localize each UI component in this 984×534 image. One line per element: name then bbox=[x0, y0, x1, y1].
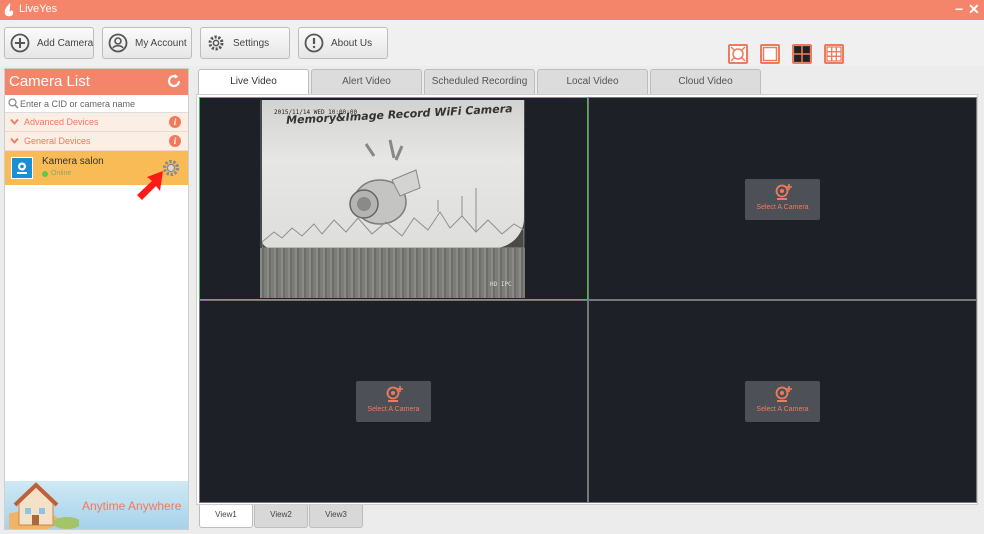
camera-list-panel: Camera List Advanced Devices i General D… bbox=[4, 68, 189, 530]
device-status-label: Online bbox=[51, 170, 72, 177]
select-camera-label: Select A Camera bbox=[756, 204, 809, 211]
toolbar: Add Camera My Account Settings About Us bbox=[0, 20, 984, 66]
add-camera-icon bbox=[775, 386, 792, 402]
tab-view3[interactable]: View3 bbox=[309, 505, 363, 528]
select-camera-button[interactable]: Select A Camera bbox=[745, 179, 820, 220]
camera-device-icon bbox=[11, 157, 33, 179]
house-illustration-icon bbox=[9, 482, 79, 529]
video-pane-2[interactable]: Select A Camera bbox=[588, 97, 977, 300]
add-circle-icon bbox=[10, 33, 30, 53]
tab-local-video[interactable]: Local Video bbox=[537, 69, 648, 94]
info-icon[interactable]: i bbox=[169, 135, 181, 147]
red-arrow-annotation-icon bbox=[137, 171, 163, 200]
quad-view-layout-button[interactable] bbox=[792, 44, 812, 64]
tab-cloud-video[interactable]: Cloud Video bbox=[650, 69, 761, 94]
chevron-down-icon bbox=[10, 137, 19, 144]
info-icon[interactable]: i bbox=[169, 116, 181, 128]
tab-live-video[interactable]: Live Video bbox=[198, 69, 309, 95]
tab-view2[interactable]: View2 bbox=[254, 505, 308, 528]
quad-view-icon bbox=[794, 46, 810, 62]
nine-view-icon bbox=[826, 46, 842, 62]
about-us-label: About Us bbox=[331, 37, 373, 49]
search-icon bbox=[8, 98, 19, 109]
online-status-dot-icon bbox=[42, 170, 48, 177]
single-view-icon bbox=[762, 46, 778, 62]
settings-button[interactable]: Settings bbox=[200, 27, 290, 59]
camera-list-header: Camera List bbox=[5, 69, 188, 95]
group-label: Advanced Devices bbox=[24, 117, 99, 127]
group-advanced-devices[interactable]: Advanced Devices i bbox=[5, 113, 188, 132]
promo-banner: Anytime Anywhere bbox=[5, 481, 188, 529]
device-name: Kamera salon bbox=[42, 156, 104, 167]
my-account-button[interactable]: My Account bbox=[102, 27, 192, 59]
video-pane-4[interactable]: Select A Camera bbox=[588, 300, 977, 503]
single-view-layout-button[interactable] bbox=[760, 44, 780, 64]
feed-floor-texture bbox=[260, 248, 525, 298]
banner-slogan: Anytime Anywhere bbox=[82, 499, 182, 513]
minimize-button[interactable]: − bbox=[955, 2, 963, 16]
video-pane-1[interactable]: 2015/11/14 WED 10:00:00 Memory&Image Rec… bbox=[199, 97, 588, 300]
chevron-down-icon bbox=[10, 118, 19, 125]
add-camera-label: Add Camera bbox=[37, 37, 94, 49]
app-logo-icon bbox=[4, 3, 14, 17]
add-camera-icon bbox=[386, 386, 403, 402]
account-icon bbox=[108, 33, 128, 53]
select-camera-button[interactable]: Select A Camera bbox=[745, 381, 820, 422]
select-camera-label: Select A Camera bbox=[367, 406, 420, 413]
my-account-label: My Account bbox=[135, 37, 187, 49]
fullscreen-layout-button[interactable] bbox=[728, 44, 748, 64]
search-input[interactable] bbox=[20, 96, 185, 111]
tab-view1[interactable]: View1 bbox=[199, 505, 253, 528]
refresh-icon[interactable] bbox=[166, 73, 182, 89]
nine-view-layout-button[interactable] bbox=[824, 44, 844, 64]
add-camera-button[interactable]: Add Camera bbox=[4, 27, 94, 59]
group-general-devices[interactable]: General Devices i bbox=[5, 132, 188, 151]
app-title: LiveYes bbox=[19, 3, 58, 15]
gear-icon bbox=[208, 35, 224, 51]
about-us-button[interactable]: About Us bbox=[298, 27, 388, 59]
video-pane-3[interactable]: Select A Camera bbox=[199, 300, 588, 503]
video-grid: 2015/11/14 WED 10:00:00 Memory&Image Rec… bbox=[196, 94, 978, 505]
settings-label: Settings bbox=[233, 37, 270, 49]
search-bar bbox=[5, 95, 188, 113]
live-camera-feed: 2015/11/14 WED 10:00:00 Memory&Image Rec… bbox=[260, 100, 525, 298]
title-bar: LiveYes − ✕ bbox=[0, 0, 984, 20]
select-camera-label: Select A Camera bbox=[756, 406, 809, 413]
tab-alert-video[interactable]: Alert Video bbox=[311, 69, 422, 94]
add-camera-icon bbox=[775, 184, 792, 200]
tab-scheduled-recording[interactable]: Scheduled Recording bbox=[424, 69, 535, 94]
camera-list-title: Camera List bbox=[9, 73, 90, 90]
group-label: General Devices bbox=[24, 136, 91, 146]
feed-watermark: HD IPC bbox=[490, 281, 512, 288]
close-button[interactable]: ✕ bbox=[968, 2, 980, 16]
fullscreen-icon bbox=[730, 46, 746, 62]
info-alert-icon bbox=[304, 33, 324, 53]
select-camera-button[interactable]: Select A Camera bbox=[356, 381, 431, 422]
device-status: Online bbox=[42, 170, 71, 177]
